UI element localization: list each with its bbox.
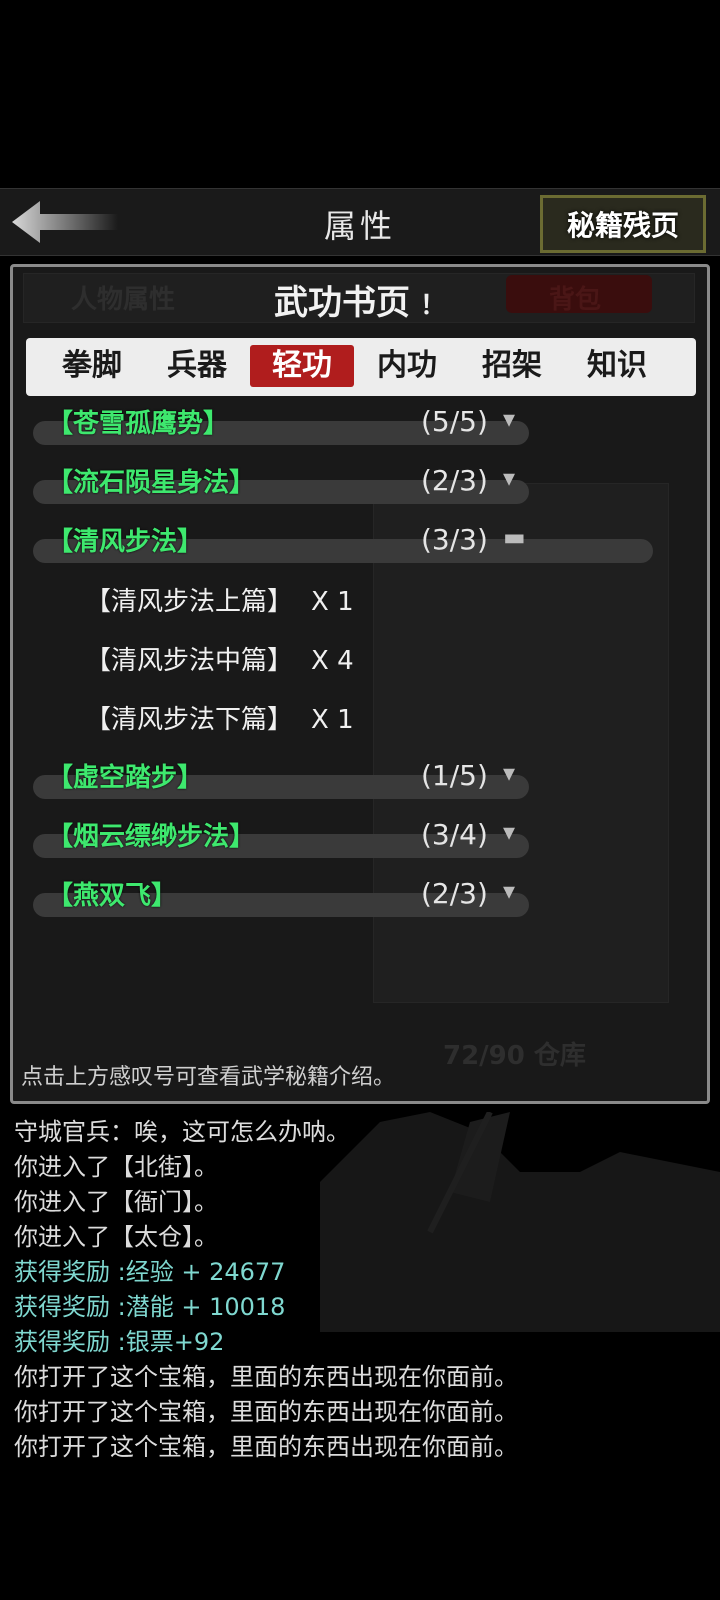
tab-inner-skill[interactable]: 内功 <box>355 345 459 387</box>
sub-page-name: 【清风步法中篇】 <box>85 646 294 676</box>
log-line: 你进入了【衙门】。 <box>14 1188 218 1216</box>
skill-count: (1/5) <box>421 759 488 792</box>
info-exclamation-icon[interactable]: ！ <box>420 291 446 321</box>
swordsman-silhouette-icon <box>320 1112 720 1332</box>
skill-name: 【清风步法】 <box>47 527 204 557</box>
message-log: 守城官兵：唉，这可怎么办呐。 你进入了【北街】。 你进入了【衙门】。 你进入了【… <box>0 1112 720 1472</box>
tab-weapon[interactable]: 兵器 <box>145 345 249 387</box>
log-line: 守城官兵：唉，这可怎么办呐。 <box>14 1118 350 1146</box>
skill-count: (5/5) <box>421 405 488 438</box>
ghost-warehouse-label: 72/90 仓库 <box>443 1041 586 1071</box>
skill-row[interactable]: 【燕双飞】 (2/3) ▾ <box>13 871 707 921</box>
log-line: 你进入了【太仓】。 <box>14 1223 218 1251</box>
top-bar: 属性 秘籍残页 <box>0 188 720 256</box>
collapse-icon[interactable]: ▬ <box>503 523 526 551</box>
skill-row[interactable]: 【流石陨星身法】 (2/3) ▾ <box>13 458 707 508</box>
skill-name: 【烟云缥缈步法】 <box>47 822 256 852</box>
sub-page-name: 【清风步法下篇】 <box>85 705 294 735</box>
skill-row[interactable]: 【虚空踏步】 (1/5) ▾ <box>13 753 707 803</box>
skill-count: (2/3) <box>421 877 488 910</box>
skill-name: 【燕双飞】 <box>47 881 178 911</box>
chevron-down-icon[interactable]: ▾ <box>503 818 515 846</box>
skill-row[interactable]: 【烟云缥缈步法】 (3/4) ▾ <box>13 812 707 862</box>
tab-parry[interactable]: 招架 <box>460 345 564 387</box>
hint-text: 点击上方感叹号可查看武学秘籍介绍。 <box>21 1065 396 1090</box>
secret-fragments-button[interactable]: 秘籍残页 <box>540 195 706 253</box>
secret-fragments-label: 秘籍残页 <box>566 209 679 242</box>
log-line-reward: 获得奖励 :经验 + 24677 <box>14 1258 286 1286</box>
skill-name: 【流石陨星身法】 <box>47 468 256 498</box>
skill-name: 【苍雪孤鹰势】 <box>47 409 230 439</box>
panel-title-text: 武功书页 <box>273 283 410 323</box>
tab-knowledge[interactable]: 知识 <box>565 345 669 387</box>
chevron-down-icon[interactable]: ▾ <box>503 759 515 787</box>
sub-page-qty: X 1 <box>311 705 354 735</box>
sub-page-qty: X 1 <box>311 587 354 617</box>
chevron-down-icon[interactable]: ▾ <box>503 877 515 905</box>
log-line-reward: 获得奖励 :银票+92 <box>14 1328 225 1356</box>
sub-page-item: 【清风步法上篇】 X 1 <box>85 581 354 625</box>
skill-count: (3/3) <box>421 523 488 556</box>
category-tabbar: 拳脚 兵器 轻功 内功 招架 知识 <box>26 338 696 396</box>
sub-page-item: 【清风步法下篇】 X 1 <box>85 699 354 743</box>
skill-row-expanded[interactable]: 【清风步法】 (3/3) ▬ <box>13 517 707 567</box>
log-line: 你打开了这个宝箱，里面的东西出现在你面前。 <box>14 1363 518 1391</box>
log-line: 你打开了这个宝箱，里面的东西出现在你面前。 <box>14 1398 518 1426</box>
log-line: 你打开了这个宝箱，里面的东西出现在你面前。 <box>14 1433 518 1461</box>
sub-page-qty: X 4 <box>311 646 354 676</box>
skill-name: 【虚空踏步】 <box>47 763 204 793</box>
chevron-down-icon[interactable]: ▾ <box>503 405 515 433</box>
martial-pages-panel: 人物属性 背包 72/90 仓库 武功书页！ 拳脚 兵器 轻功 内功 招架 知识… <box>10 264 710 1104</box>
sub-page-name: 【清风步法上篇】 <box>85 587 294 617</box>
skill-count: (2/3) <box>421 464 488 497</box>
sub-page-item: 【清风步法中篇】 X 4 <box>85 640 354 684</box>
tab-fist[interactable]: 拳脚 <box>40 345 144 387</box>
skill-row[interactable]: 【苍雪孤鹰势】 (5/5) ▾ <box>13 399 707 449</box>
panel-title: 武功书页 ！ <box>13 275 707 324</box>
skill-count: (3/4) <box>421 818 488 851</box>
chevron-down-icon[interactable]: ▾ <box>503 464 515 492</box>
tab-lightness-skill[interactable]: 轻功 <box>250 345 354 387</box>
log-line: 你进入了【北街】。 <box>14 1153 218 1181</box>
log-line-reward: 获得奖励 :潜能 + 10018 <box>14 1293 286 1321</box>
